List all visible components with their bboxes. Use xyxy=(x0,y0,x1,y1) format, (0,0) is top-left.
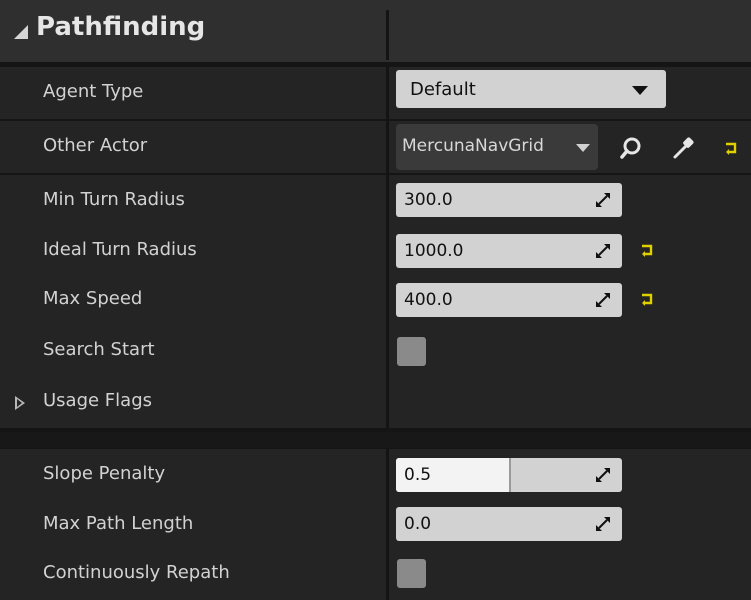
max-path-length-label: Max Path Length xyxy=(43,513,194,534)
min-turn-radius-label: Min Turn Radius xyxy=(43,189,185,210)
row-max-path-length: Max Path Length xyxy=(0,499,751,551)
group-separator xyxy=(0,432,751,448)
slope-penalty-label: Slope Penalty xyxy=(43,463,166,484)
section-title: Pathfinding xyxy=(36,12,206,42)
slope-penalty-value: 0.5 xyxy=(404,465,432,485)
reset-to-default-icon[interactable] xyxy=(641,244,655,258)
other-actor-value: MercunaNavGrid xyxy=(402,136,544,156)
drag-arrows-icon[interactable] xyxy=(594,191,612,209)
search-start-label: Search Start xyxy=(43,339,155,360)
collapse-triangle-icon[interactable] xyxy=(14,25,28,39)
other-actor-combo[interactable]: MercunaNavGrid xyxy=(396,124,598,170)
search-start-checkbox[interactable] xyxy=(397,337,426,366)
ideal-turn-radius-value: 1000.0 xyxy=(404,241,464,261)
row-usage-flags[interactable]: Usage Flags xyxy=(0,376,751,428)
drag-arrows-icon[interactable] xyxy=(594,466,612,484)
agent-type-value: Default xyxy=(410,79,476,100)
row-max-speed: Max Speed xyxy=(0,274,751,326)
row-slope-penalty: Slope Penalty xyxy=(0,449,751,501)
slope-penalty-slider-field[interactable]: 0.5 xyxy=(396,458,622,492)
agent-type-dropdown[interactable]: Default xyxy=(396,70,666,108)
column-divider[interactable] xyxy=(386,449,389,600)
eyedropper-icon[interactable] xyxy=(670,135,696,161)
column-divider[interactable] xyxy=(386,67,389,428)
row-ideal-turn-radius: Ideal Turn Radius xyxy=(0,225,751,277)
column-divider[interactable] xyxy=(386,10,389,60)
max-path-length-value: 0.0 xyxy=(404,514,432,534)
row-min-turn-radius: Min Turn Radius xyxy=(0,175,751,227)
reset-to-default-icon[interactable] xyxy=(641,293,655,307)
min-turn-radius-field[interactable]: 300.0 xyxy=(396,183,622,217)
row-continuously-repath: Continuously Repath xyxy=(0,548,751,600)
row-search-start: Search Start xyxy=(0,325,751,377)
drag-arrows-icon[interactable] xyxy=(594,291,612,309)
max-speed-field[interactable]: 400.0 xyxy=(396,283,622,317)
min-turn-radius-value: 300.0 xyxy=(404,190,453,210)
continuously-repath-label: Continuously Repath xyxy=(43,562,230,583)
ideal-turn-radius-field[interactable]: 1000.0 xyxy=(396,234,622,268)
continuously-repath-checkbox[interactable] xyxy=(397,559,426,588)
ideal-turn-radius-label: Ideal Turn Radius xyxy=(43,239,197,260)
max-speed-value: 400.0 xyxy=(404,290,453,310)
search-icon[interactable] xyxy=(618,135,644,161)
expand-triangle-icon[interactable] xyxy=(15,396,25,410)
max-path-length-field[interactable]: 0.0 xyxy=(396,507,622,541)
drag-arrows-icon[interactable] xyxy=(594,242,612,260)
chevron-down-icon xyxy=(632,86,648,95)
agent-type-label: Agent Type xyxy=(43,81,144,102)
other-actor-label: Other Actor xyxy=(43,135,148,156)
drag-arrows-icon[interactable] xyxy=(594,515,612,533)
max-speed-label: Max Speed xyxy=(43,288,143,309)
chevron-down-icon xyxy=(576,144,590,152)
usage-flags-label: Usage Flags xyxy=(43,390,152,411)
pathfinding-section-header[interactable]: Pathfinding xyxy=(0,0,751,62)
reset-to-default-icon[interactable] xyxy=(725,142,739,156)
